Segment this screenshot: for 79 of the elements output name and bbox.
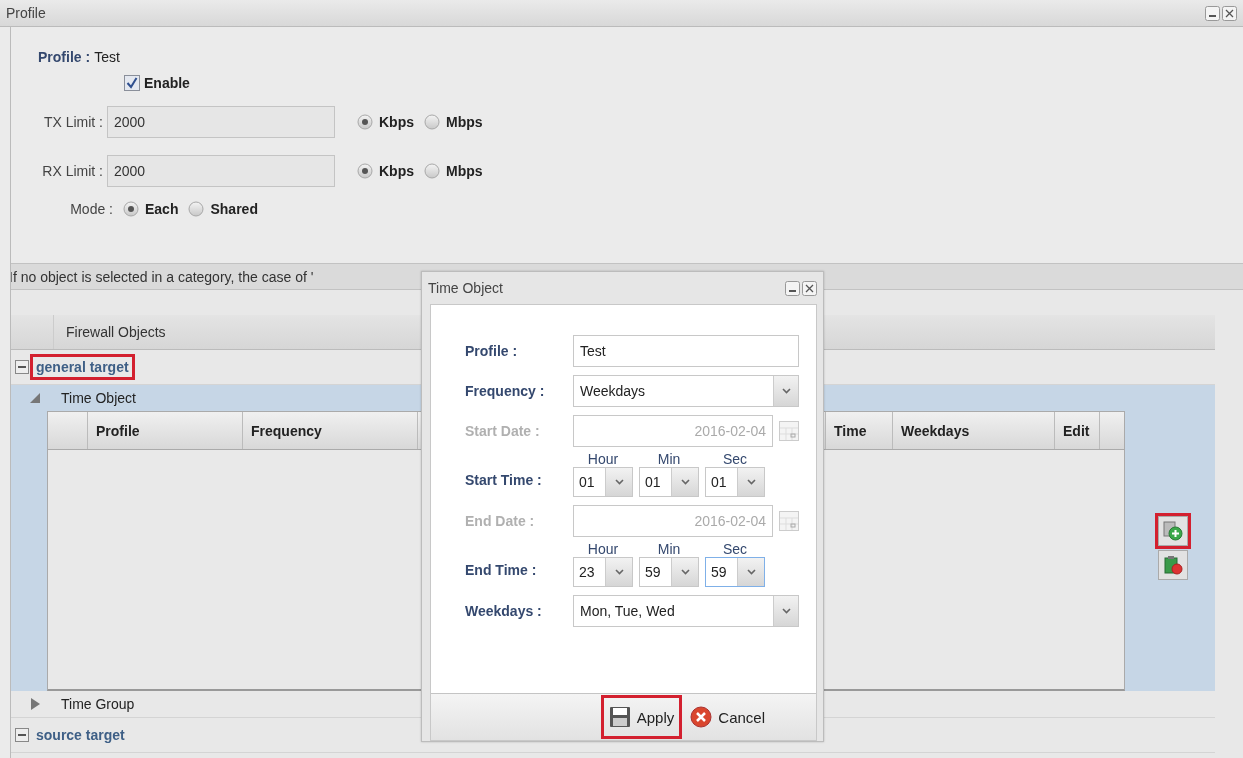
time-dropdown[interactable]: 23	[573, 557, 633, 587]
field-label: Weekdays :	[465, 603, 543, 619]
collapse-icon[interactable]	[15, 360, 29, 374]
info-note: If no object is selected in a category, the case of '	[11, 268, 314, 285]
field-label: Profile :	[465, 343, 519, 359]
caret-icon	[680, 569, 690, 575]
tree-node[interactable]: general target	[33, 357, 132, 377]
caret-icon	[614, 569, 624, 575]
add-button[interactable]	[1158, 516, 1188, 546]
column-header[interactable]: Weekdays	[893, 412, 1055, 449]
radio-button[interactable]	[424, 163, 440, 179]
checkbox[interactable]	[124, 75, 140, 91]
column-header[interactable]: Edit	[1055, 412, 1100, 449]
time-dropdown[interactable]: 01	[639, 467, 699, 497]
profile-value: Test	[94, 49, 120, 65]
column-header[interactable]: Profile	[88, 412, 243, 449]
radio-button[interactable]	[123, 201, 139, 217]
cancel-button[interactable]: Cancel	[685, 698, 770, 736]
field-label: End Date :	[465, 513, 536, 529]
caret-icon	[781, 388, 791, 394]
time-part-label: Min	[657, 541, 681, 557]
time-dropdown[interactable]: 59	[639, 557, 699, 587]
radio-label: Mbps	[446, 114, 483, 130]
dropdown[interactable]: Weekdays	[573, 375, 799, 407]
radio-label: Shared	[210, 201, 258, 217]
tree-node[interactable]: source target	[33, 725, 128, 745]
apply-button[interactable]: Apply	[603, 698, 680, 736]
time-part-label: Hour	[587, 541, 619, 557]
radio-label: Kbps	[379, 114, 414, 130]
cancel-icon	[690, 706, 713, 728]
radio-button[interactable]	[357, 114, 373, 130]
input-field[interactable]: 2000	[107, 155, 335, 187]
caret-icon	[614, 479, 624, 485]
collapse-icon[interactable]	[15, 728, 29, 742]
radio-label: Mbps	[446, 163, 483, 179]
field-label: Start Date :	[465, 423, 541, 439]
radio-button[interactable]	[357, 163, 373, 179]
time-part-label: Sec	[722, 541, 748, 557]
time-part-label: Min	[657, 451, 681, 467]
delete-button[interactable]	[1158, 550, 1188, 580]
field-label: Start Time :	[465, 472, 543, 488]
field-label: RX Limit :	[41, 163, 104, 179]
add-icon	[1163, 521, 1183, 541]
caret-icon	[680, 479, 690, 485]
time-part-label: Hour	[587, 451, 619, 467]
column-header[interactable]: Frequency	[243, 412, 418, 449]
close-button[interactable]	[1222, 5, 1237, 21]
checkbox-label: Enable	[144, 75, 190, 91]
field-label: Frequency :	[465, 383, 546, 399]
time-dropdown[interactable]: 01	[573, 467, 633, 497]
minimize-button[interactable]	[785, 280, 800, 296]
collapsed-triangle-icon[interactable]	[29, 698, 41, 710]
column-header[interactable]: Time	[826, 412, 893, 449]
field-label: TX Limit :	[42, 114, 104, 130]
caret-icon	[781, 608, 791, 614]
field-label: Mode :	[69, 201, 114, 217]
input-field[interactable]: Test	[573, 335, 799, 367]
minimize-button[interactable]	[1205, 5, 1220, 21]
tree-node[interactable]: Time Object	[61, 390, 136, 406]
time-dropdown[interactable]: 01	[705, 467, 765, 497]
window-title: Profile	[6, 5, 46, 21]
radio-button[interactable]	[188, 201, 205, 217]
time-dropdown[interactable]: 59	[705, 557, 765, 587]
field-label: End Time :	[465, 562, 538, 578]
delete-icon	[1163, 555, 1183, 575]
input-field[interactable]: 2000	[107, 106, 335, 138]
radio-label: Each	[145, 201, 179, 217]
dialog-title: Time Object	[428, 280, 503, 296]
radio-label: Kbps	[379, 163, 414, 179]
caret-icon	[746, 569, 756, 575]
time-part-label: Sec	[722, 451, 748, 467]
column-header: Firewall Objects	[65, 323, 167, 342]
caret-icon	[746, 479, 756, 485]
expanded-triangle-icon[interactable]	[29, 392, 41, 404]
close-button[interactable]	[802, 280, 817, 296]
radio-button[interactable]	[424, 114, 440, 130]
profile-label: Profile :	[38, 49, 91, 65]
dropdown[interactable]: Mon, Tue, Wed	[573, 595, 799, 627]
tree-node[interactable]: Time Group	[61, 696, 135, 712]
